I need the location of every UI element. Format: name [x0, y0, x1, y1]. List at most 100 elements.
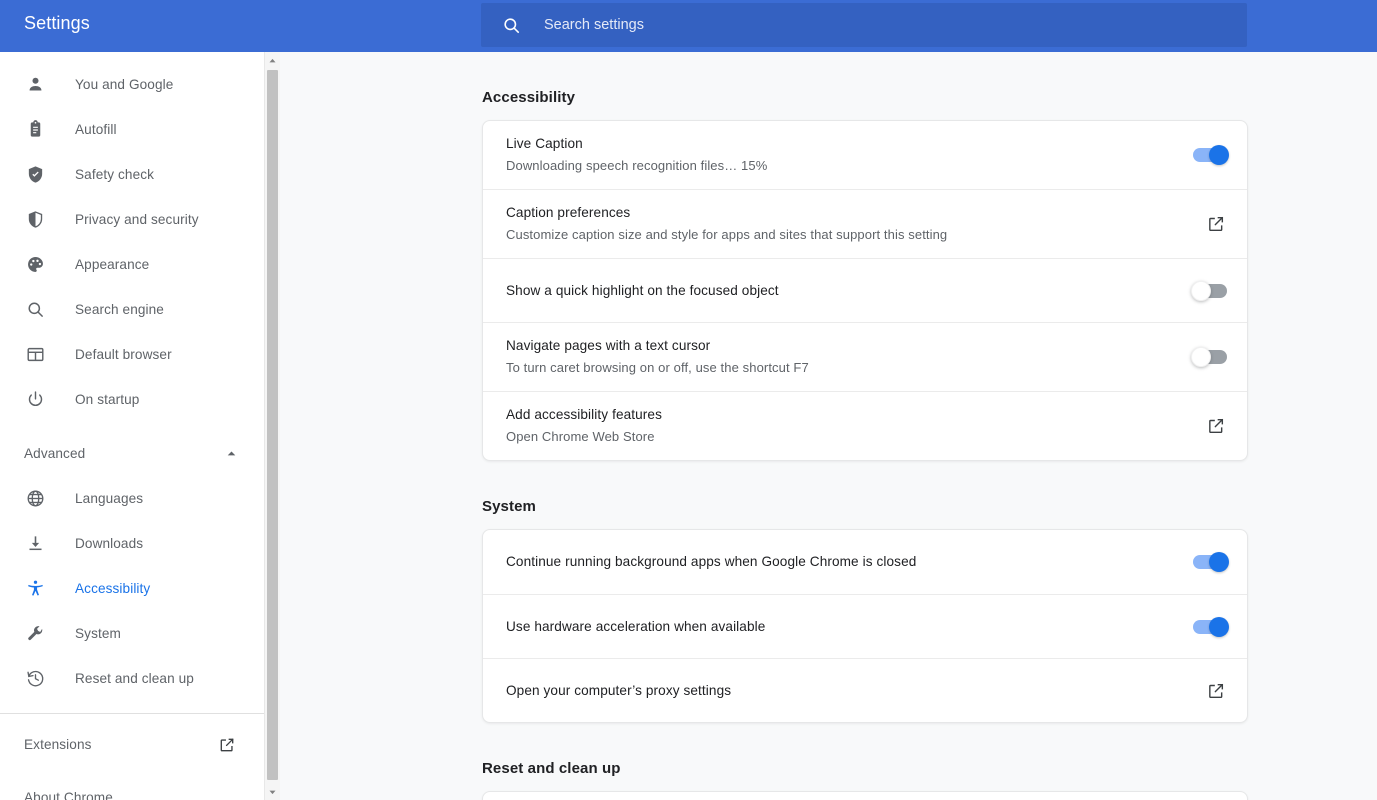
sidebar-item-label: On startup: [75, 392, 140, 407]
sidebar-item-label: You and Google: [75, 77, 174, 92]
scroll-down-button[interactable]: [265, 784, 280, 800]
browser-window-icon: [24, 344, 46, 366]
background-apps-toggle[interactable]: [1193, 552, 1229, 572]
sidebar-item-languages[interactable]: Languages: [0, 476, 264, 521]
sidebar-item-privacy-and-security[interactable]: Privacy and security: [0, 197, 264, 242]
sidebar-item-reset-and-clean-up[interactable]: Reset and clean up: [0, 656, 264, 701]
sidebar-item-label: Privacy and security: [75, 212, 199, 227]
setting-row-caption-preferences[interactable]: Caption preferences Customize caption si…: [483, 189, 1247, 258]
chevron-up-icon: [224, 447, 238, 461]
sidebar-item-label: Accessibility: [75, 581, 151, 596]
setting-row-caret-browsing[interactable]: Navigate pages with a text cursor To tur…: [483, 322, 1247, 391]
row-title: Continue running background apps when Go…: [506, 554, 917, 569]
download-icon: [24, 533, 46, 555]
setting-row-focus-highlight[interactable]: Show a quick highlight on the focused ob…: [483, 258, 1247, 322]
toggle-knob: [1191, 347, 1211, 367]
row-title: Navigate pages with a text cursor: [506, 338, 711, 353]
row-action: [1191, 347, 1227, 367]
sidebar-scrollbar[interactable]: [264, 52, 280, 800]
sidebar-item-label: Languages: [75, 491, 144, 506]
sidebar-item-downloads[interactable]: Downloads: [0, 521, 264, 566]
sidebar-item-label: About Chrome: [24, 790, 113, 800]
scrollbar-thumb[interactable]: [267, 70, 278, 780]
focus-highlight-toggle[interactable]: [1191, 280, 1227, 301]
live-caption-toggle[interactable]: [1193, 145, 1229, 165]
setting-row-add-accessibility-features[interactable]: Add accessibility features Open Chrome W…: [483, 391, 1247, 460]
row-text: Navigate pages with a text cursor To tur…: [506, 323, 1173, 391]
sidebar-item-label: Appearance: [75, 257, 150, 272]
row-text: Live Caption Downloading speech recognit…: [506, 121, 1173, 189]
row-action: [1193, 552, 1229, 572]
row-title: Use hardware acceleration when available: [506, 618, 766, 634]
reset-and-clean-up-card: [482, 791, 1248, 800]
section-title-system: System: [482, 498, 536, 515]
settings-content-column: Accessibility Live Caption Downloading s…: [280, 89, 1377, 800]
primary-nav-list: You and Google Autofill Safety check Pri…: [0, 52, 264, 422]
sidebar-divider: [0, 713, 264, 714]
history-restore-icon: [24, 668, 46, 690]
row-subtitle: Open Chrome Web Store: [506, 429, 655, 444]
sidebar-advanced-toggle[interactable]: Advanced: [0, 431, 264, 476]
sidebar-item-autofill[interactable]: Autofill: [0, 107, 264, 152]
open-in-new-icon[interactable]: [1205, 415, 1227, 437]
toggle-knob: [1209, 616, 1229, 637]
setting-row-live-caption[interactable]: Live Caption Downloading speech recognit…: [483, 121, 1247, 189]
accessibility-card: Live Caption Downloading speech recognit…: [482, 120, 1248, 461]
person-icon: [24, 74, 46, 96]
caret-browsing-toggle[interactable]: [1191, 347, 1227, 367]
scroll-up-button[interactable]: [265, 52, 280, 68]
row-text: Add accessibility features Open Chrome W…: [506, 392, 1185, 460]
setting-row-hardware-acceleration[interactable]: Use hardware acceleration when available: [483, 594, 1247, 658]
power-icon: [24, 389, 46, 411]
sidebar-item-label: Search engine: [75, 302, 164, 317]
open-in-new-icon[interactable]: [1205, 680, 1227, 702]
settings-main-content: Accessibility Live Caption Downloading s…: [280, 52, 1377, 800]
system-card: Continue running background apps when Go…: [482, 529, 1248, 723]
row-subtitle: To turn caret browsing on or off, use th…: [506, 360, 809, 375]
sidebar-item-label: Reset and clean up: [75, 671, 194, 686]
search-icon: [24, 299, 46, 321]
sidebar-item-search-engine[interactable]: Search engine: [0, 287, 264, 332]
clipboard-icon: [24, 119, 46, 141]
row-title: Add accessibility features: [506, 407, 662, 422]
row-subtitle: Downloading speech recognition files… 15…: [506, 158, 768, 173]
row-text: Open your computer’s proxy settings: [506, 668, 1185, 714]
section-title-reset-and-clean-up: Reset and clean up: [482, 760, 621, 777]
search-settings-box[interactable]: [481, 3, 1247, 47]
toggle-knob: [1191, 280, 1211, 301]
row-text: Caption preferences Customize caption si…: [506, 190, 1185, 258]
row-title: Live Caption: [506, 136, 583, 151]
sidebar-item-you-and-google[interactable]: You and Google: [0, 62, 264, 107]
sidebar-item-default-browser[interactable]: Default browser: [0, 332, 264, 377]
sidebar-item-label: Extensions: [24, 737, 92, 752]
setting-row-proxy-settings[interactable]: Open your computer’s proxy settings: [483, 658, 1247, 722]
sidebar-item-label: Safety check: [75, 167, 155, 182]
row-title: Show a quick highlight on the focused ob…: [506, 282, 779, 298]
sidebar-item-appearance[interactable]: Appearance: [0, 242, 264, 287]
row-action: [1191, 280, 1227, 301]
sidebar-item-extensions[interactable]: Extensions: [0, 722, 264, 767]
palette-icon: [24, 254, 46, 276]
page-title: Settings: [24, 13, 90, 33]
sidebar-item-system[interactable]: System: [0, 611, 264, 656]
section-title-accessibility: Accessibility: [482, 89, 576, 106]
sidebar-item-accessibility[interactable]: Accessibility: [0, 566, 264, 611]
search-input[interactable]: [544, 3, 1204, 47]
sidebar-item-about-chrome[interactable]: About Chrome: [0, 775, 264, 800]
sidebar-item-label: Autofill: [75, 122, 117, 137]
open-in-new-icon: [216, 734, 238, 756]
sidebar-item-on-startup[interactable]: On startup: [0, 377, 264, 422]
accessibility-icon: [24, 578, 46, 600]
settings-sidebar: You and Google Autofill Safety check Pri…: [0, 52, 264, 800]
row-action: [1205, 415, 1227, 437]
shield-check-icon: [24, 164, 46, 186]
sidebar-item-safety-check[interactable]: Safety check: [0, 152, 264, 197]
row-title: Open your computer’s proxy settings: [506, 682, 732, 698]
open-in-new-icon[interactable]: [1205, 213, 1227, 235]
row-text: Show a quick highlight on the focused ob…: [506, 268, 1173, 314]
hardware-acceleration-toggle[interactable]: [1193, 616, 1229, 637]
setting-row-background-apps[interactable]: Continue running background apps when Go…: [483, 530, 1247, 594]
row-action: [1205, 213, 1227, 235]
row-action: [1205, 680, 1227, 702]
sidebar-item-label: System: [75, 626, 121, 641]
